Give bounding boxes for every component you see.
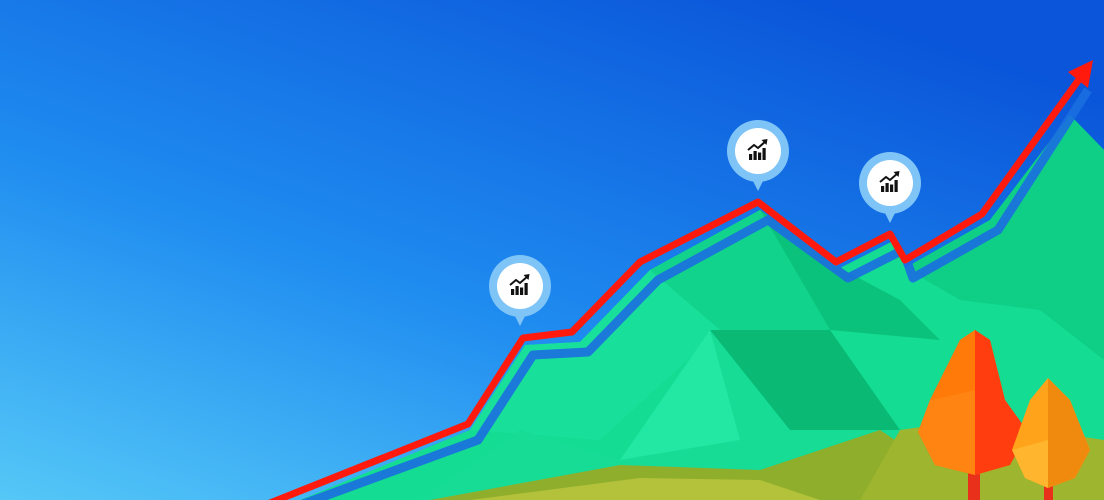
illustration-scene: [0, 0, 1104, 500]
scene-svg: [0, 0, 1104, 500]
